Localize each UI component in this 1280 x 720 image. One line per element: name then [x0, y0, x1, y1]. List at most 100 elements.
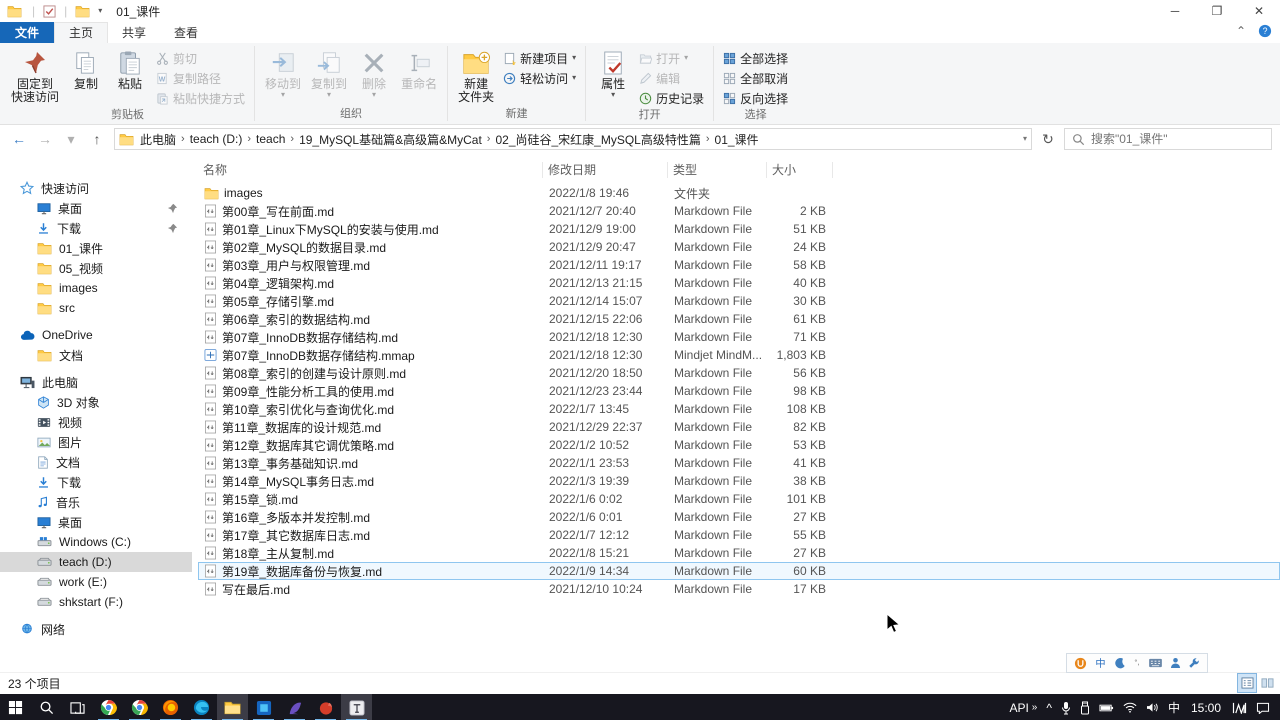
nav-up-button[interactable]: ↑ [86, 128, 108, 150]
file-row[interactable]: 第01章_Linux下MySQL的安装与使用.md 2021/12/9 19:00… [198, 220, 1280, 238]
tray-volume-icon[interactable] [1146, 702, 1159, 713]
file-row[interactable]: 第11章_数据库的设计规范.md 2021/12/29 22:37 Markdown… [198, 418, 1280, 436]
sidebar-item-05_视频[interactable]: 05_视频 [0, 258, 192, 278]
tray-microphone-icon[interactable] [1061, 701, 1071, 715]
action-center-button[interactable] [1256, 702, 1270, 714]
file-row[interactable]: 第14章_MySQL事务日志.md 2022/1/3 19:39 Markdown … [198, 472, 1280, 490]
refresh-button[interactable]: ↻ [1036, 128, 1060, 150]
file-row[interactable]: 第16章_多版本并发控制.md 2022/1/6 0:01 Markdown Fil… [198, 508, 1280, 526]
search-box[interactable] [1064, 128, 1272, 150]
taskbar-clock[interactable]: 15:00 [1189, 701, 1223, 715]
sidebar-item-01_课件[interactable]: 01_课件 [0, 238, 192, 258]
全部选择-button[interactable]: 全部选择 [719, 48, 792, 68]
view-thumbnails-button[interactable] [1258, 674, 1276, 692]
历史记录-button[interactable]: 历史记录 [635, 88, 708, 108]
tray-hidden-icons-arrow[interactable]: ^ [1046, 701, 1052, 715]
属性-button[interactable]: 属性 ▾ [591, 45, 635, 99]
sidebar-item-work (E:)[interactable]: work (E:) [0, 572, 192, 592]
删除-button[interactable]: 删除 ▾ [352, 45, 396, 99]
sidebar-item-Windows (C:)[interactable]: Windows (C:) [0, 532, 192, 552]
breadcrumb-segment[interactable]: teach (D:) [186, 132, 247, 146]
column-header-size[interactable]: 大小 [767, 162, 833, 178]
tab-share[interactable]: 共享 [108, 22, 160, 43]
ime-wrench-icon[interactable] [1188, 657, 1200, 669]
sidebar-item-音乐[interactable]: 音乐 [0, 492, 192, 512]
breadcrumb-segment[interactable]: 02_尚硅谷_宋红康_MySQL高级特性篇 [491, 131, 704, 148]
ime-person-icon[interactable] [1170, 657, 1181, 669]
sidebar-item-src[interactable]: src [0, 298, 192, 318]
tray-usb-icon[interactable] [1080, 701, 1090, 715]
column-header-name[interactable]: 名称 [198, 162, 543, 178]
ime-keyboard-icon[interactable] [1148, 658, 1163, 668]
file-row[interactable]: 第02章_MySQL的数据目录.md 2021/12/9 20:47 Markdow… [198, 238, 1280, 256]
file-row[interactable]: 写在最后.md 2021/12/10 10:24 Markdown File 17 K… [198, 580, 1280, 598]
file-row[interactable]: 第09章_性能分析工具的使用.md 2021/12/23 23:44 Markdow… [198, 382, 1280, 400]
edge-taskbar-button[interactable] [186, 694, 217, 720]
ime-toolbar[interactable]: 中 °, [1066, 653, 1208, 673]
tab-home[interactable]: 主页 [54, 22, 109, 43]
file-row[interactable]: 第04章_逻辑架构.md 2021/12/13 21:15 Markdown Fil… [198, 274, 1280, 292]
nav-back-button[interactable]: ← [8, 128, 30, 150]
minimize-button[interactable]: ─ [1154, 0, 1196, 22]
重命名-button[interactable]: 重命名 [396, 45, 442, 91]
search-input[interactable] [1091, 132, 1264, 146]
复制-button[interactable]: 复制 [64, 45, 108, 91]
ribbon-collapse-icon[interactable]: ⌃ [1236, 24, 1246, 38]
file-row[interactable]: images 2022/1/8 19:46 文件夹 [198, 184, 1280, 202]
breadcrumb-segment[interactable]: 此电脑 [136, 131, 180, 148]
firefox-taskbar-button[interactable] [155, 694, 186, 720]
粘贴快捷方式-button[interactable]: 粘贴快捷方式 [152, 88, 249, 108]
sidebar-item-images[interactable]: images [0, 278, 192, 298]
sidebar-item-shkstart (F:)[interactable]: shkstart (F:) [0, 592, 192, 612]
tray-m-icon[interactable] [1232, 702, 1247, 714]
chrome2-taskbar-button[interactable] [124, 694, 155, 720]
help-icon[interactable]: ? [1258, 24, 1272, 38]
taskbar-search-taskbar-button[interactable] [31, 694, 62, 720]
qat-properties-icon[interactable] [43, 4, 56, 18]
tray-chevrons[interactable]: » [1032, 702, 1038, 713]
tray-ime-mode[interactable]: 中 [1168, 699, 1180, 716]
breadcrumb-segment[interactable]: teach [252, 132, 289, 146]
sidebar-item-3D 对象[interactable]: 3D 对象 [0, 392, 192, 412]
file-row[interactable]: 第07章_InnoDB数据存储结构.md 2021/12/18 12:30 Mark… [198, 328, 1280, 346]
sidebar-item-下载[interactable]: 下载 [0, 218, 192, 238]
sidebar-item-桌面[interactable]: 桌面 [0, 512, 192, 532]
固定到快速访问-button[interactable]: 固定到 快速访问 [6, 45, 64, 104]
ime-punct-icon[interactable]: °, [1133, 657, 1141, 669]
sidebar-section-header-OneDrive[interactable]: OneDrive [0, 325, 192, 345]
file-row[interactable]: 第08章_索引的创建与设计原则.md 2021/12/20 18:50 Markdo… [198, 364, 1280, 382]
file-row[interactable]: 第19章_数据库备份与恢复.md 2022/1/9 14:34 Markdown F… [198, 562, 1280, 580]
sidebar-item-文档[interactable]: 文档 [0, 452, 192, 472]
nav-forward-button[interactable]: → [34, 128, 56, 150]
maximize-button[interactable]: ❐ [1196, 0, 1238, 22]
typora-taskbar-button[interactable] [341, 694, 372, 720]
file-row[interactable]: 第03章_用户与权限管理.md 2021/12/11 19:17 Markdown … [198, 256, 1280, 274]
file-row[interactable]: 第00章_写在前面.md 2021/12/7 20:40 Markdown File… [198, 202, 1280, 220]
ime-moon-icon[interactable] [1114, 657, 1126, 669]
file-row[interactable]: 第15章_锁.md 2022/1/6 0:02 Markdown File 101 K… [198, 490, 1280, 508]
tray-wifi-icon[interactable] [1123, 702, 1137, 713]
移动到-button[interactable]: 移动到 ▾ [260, 45, 306, 99]
file-row[interactable]: 第13章_事务基础知识.md 2022/1/1 23:53 Markdown Fil… [198, 454, 1280, 472]
sidebar-section-header-此电脑[interactable]: 此电脑 [0, 372, 192, 392]
sidebar-item-图片[interactable]: 图片 [0, 432, 192, 452]
轻松访问-button[interactable]: 轻松访问 ▾ [499, 68, 580, 88]
blueapp-taskbar-button[interactable] [248, 694, 279, 720]
打开-button[interactable]: 打开 ▾ [635, 48, 708, 68]
sidebar-item-teach (D:)[interactable]: teach (D:) [0, 552, 192, 572]
column-header-date[interactable]: 修改日期 [543, 162, 668, 178]
ime-logo-icon[interactable] [1074, 657, 1087, 670]
复制到-button[interactable]: 复制到 ▾ [306, 45, 352, 99]
tab-view[interactable]: 查看 [160, 22, 212, 43]
ime-cn-icon[interactable]: 中 [1094, 657, 1107, 670]
file-row[interactable]: 第07章_InnoDB数据存储结构.mmap 2021/12/18 12:30 Mi… [198, 346, 1280, 364]
view-details-button[interactable] [1237, 673, 1257, 693]
nav-recent-dropdown-icon[interactable]: ▾ [60, 128, 82, 150]
qat-customize-icon[interactable]: ▾ [98, 7, 102, 15]
file-row[interactable]: 第05章_存储引擎.md 2021/12/14 15:07 Markdown Fil… [198, 292, 1280, 310]
剪切-button[interactable]: 剪切 [152, 48, 249, 68]
tray-battery-icon[interactable] [1099, 703, 1114, 713]
sidebar-section-header-快速访问[interactable]: 快速访问 [0, 178, 192, 198]
file-row[interactable]: 第18章_主从复制.md 2022/1/8 15:21 Markdown File 2… [198, 544, 1280, 562]
新建文件夹-button[interactable]: 新建 文件夹 [453, 45, 499, 104]
